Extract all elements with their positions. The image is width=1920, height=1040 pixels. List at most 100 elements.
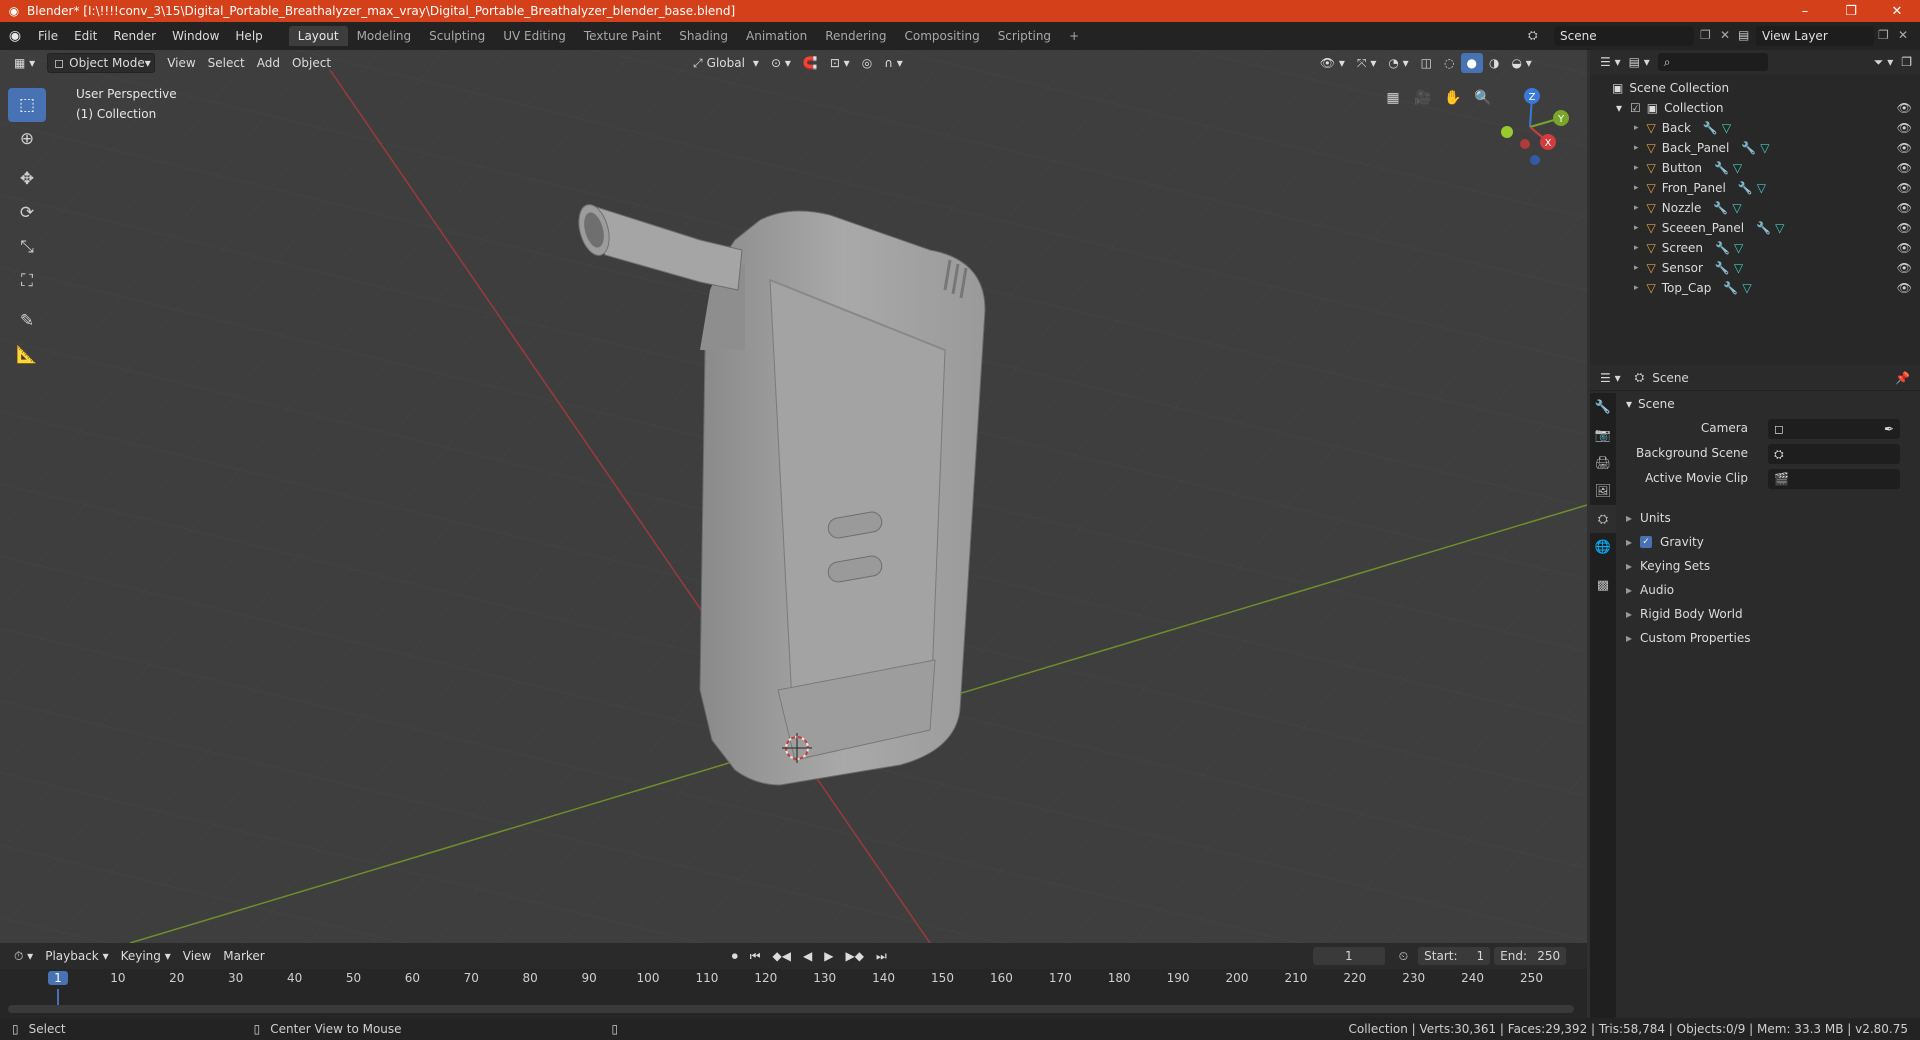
chevron-right-icon[interactable]: ▸	[1634, 183, 1639, 193]
mesh-data-icon[interactable]: ▽	[1734, 241, 1743, 255]
scene-section-header[interactable]: ▾ Scene	[1626, 397, 1675, 411]
viewport-menu-select[interactable]: Select	[202, 53, 251, 73]
active-movie-clip-field[interactable]: 🎬	[1768, 469, 1900, 489]
timeline-menu-keying[interactable]: Keying ▾	[115, 946, 177, 966]
shading-wireframe-icon[interactable]: ◌	[1438, 53, 1460, 73]
pivot-point-icon[interactable]: ⊙ ▾	[765, 53, 797, 73]
view-layer-props-tab-icon[interactable]: 🖼	[1590, 477, 1616, 505]
menu-file[interactable]: File	[30, 29, 66, 43]
mode-dropdown[interactable]: ◻ Object Mode ▾	[47, 53, 156, 73]
timeline-menu-playback[interactable]: Playback ▾	[39, 946, 114, 966]
modifier-wrench-icon[interactable]: 🔧	[1703, 121, 1718, 135]
properties-subsection[interactable]: ▸ ✓ Gravity	[1626, 535, 1704, 549]
properties-subsection[interactable]: ▸ Units	[1626, 511, 1671, 525]
gizmo-neg-x-axis[interactable]	[1520, 139, 1530, 149]
tool-props-tab-icon[interactable]: 🔧	[1590, 393, 1616, 421]
eye-icon[interactable]: 👁	[1897, 181, 1912, 195]
outliner-editor-type-icon[interactable]: ☰ ▾	[1600, 55, 1621, 69]
outliner-object-row[interactable]: ▸ ▽ Sensor 🔧 ▽ 👁	[1590, 258, 1920, 278]
modifier-wrench-icon[interactable]: 🔧	[1713, 201, 1728, 215]
gizmo-toggle-icon[interactable]: ⤧ ▾	[1351, 53, 1382, 73]
cursor-tool-icon[interactable]: ⊕	[8, 122, 46, 156]
eye-icon[interactable]: 👁	[1897, 201, 1912, 215]
eye-icon[interactable]: 👁	[1897, 241, 1912, 255]
outliner-collection[interactable]: ▾ ☑ ▣ Collection 👁	[1590, 98, 1920, 118]
tab-scripting[interactable]: Scripting	[989, 26, 1060, 46]
chevron-right-icon[interactable]: ▸	[1634, 243, 1639, 253]
outliner-scene-collection[interactable]: ▣ Scene Collection	[1590, 78, 1920, 98]
falloff-icon[interactable]: ∩ ▾	[878, 53, 909, 73]
outliner-object-row[interactable]: ▸ ▽ Back_Panel 🔧 ▽ 👁	[1590, 138, 1920, 158]
pin-icon[interactable]: 📌	[1895, 371, 1910, 385]
proportional-edit-icon[interactable]: ◎	[856, 53, 878, 73]
viewport-menu-object[interactable]: Object	[286, 53, 337, 73]
tab-uv-editing[interactable]: UV Editing	[494, 26, 575, 46]
snap-target-icon[interactable]: ⊡ ▾	[824, 53, 856, 73]
snap-icon[interactable]: 🧲	[797, 53, 824, 73]
modifier-wrench-icon[interactable]: 🔧	[1723, 281, 1738, 295]
timeline-menu-marker[interactable]: Marker	[217, 946, 270, 966]
modifier-wrench-icon[interactable]: 🔧	[1756, 221, 1771, 235]
transform-orientation-dropdown[interactable]: ⤢ Global ▾	[687, 53, 765, 73]
tab-compositing[interactable]: Compositing	[895, 26, 988, 46]
rotate-tool-icon[interactable]: ⟳	[8, 196, 46, 230]
mesh-data-icon[interactable]: ▽	[1734, 261, 1743, 275]
eye-icon[interactable]: 👁	[1897, 221, 1912, 235]
editor-type-icon[interactable]: ▦ ▾	[8, 53, 41, 73]
frame-ruler[interactable]: 1 10 20 30 40 50 60 70 80 90 100 110 120 130 140 150 160…	[0, 971, 1587, 1007]
world-props-tab-icon[interactable]: 🌐	[1590, 533, 1616, 561]
camera-field[interactable]: ◻ ✒	[1768, 419, 1900, 439]
play-reverse-icon[interactable]: ◀	[797, 946, 818, 966]
properties-subsection[interactable]: ▸ Rigid Body World	[1626, 607, 1743, 621]
jump-start-icon[interactable]: ⏮	[744, 946, 767, 966]
scale-tool-icon[interactable]: ⤡	[8, 230, 46, 264]
chevron-right-icon[interactable]: ▸	[1634, 283, 1639, 293]
gravity-checkbox[interactable]: ✓	[1640, 536, 1653, 548]
gizmo-neg-y-axis[interactable]	[1501, 126, 1513, 138]
next-keyframe-icon[interactable]: ▶◆	[839, 946, 869, 966]
background-scene-field[interactable]: ⛭	[1768, 444, 1900, 464]
shading-material-icon[interactable]: ◑	[1483, 53, 1505, 73]
close-button[interactable]: ✕	[1874, 0, 1920, 22]
play-icon[interactable]: ▶	[818, 946, 839, 966]
mesh-data-icon[interactable]: ▽	[1732, 201, 1741, 215]
timeline-editor-type-icon[interactable]: ⏱ ▾	[8, 946, 39, 966]
modifier-wrench-icon[interactable]: 🔧	[1714, 161, 1729, 175]
view-layer-delete-icon[interactable]: ✕	[1898, 28, 1908, 42]
xray-toggle-icon[interactable]: ◫	[1415, 53, 1438, 73]
scene-selector-icon[interactable]: ⛭	[1528, 28, 1538, 43]
mesh-data-icon[interactable]: ▽	[1742, 281, 1751, 295]
prev-keyframe-icon[interactable]: ◆◀	[767, 946, 797, 966]
eye-icon[interactable]: 👁	[1897, 121, 1912, 135]
current-frame-field[interactable]: 1	[1312, 947, 1385, 965]
mesh-data-icon[interactable]: ▽	[1733, 161, 1742, 175]
navigation-gizmo[interactable]: Z Y X	[1485, 82, 1575, 172]
blender-menu-icon[interactable]: ◉	[0, 28, 30, 44]
tab-sculpting[interactable]: Sculpting	[420, 26, 494, 46]
view-layer-new-icon[interactable]: ❐	[1878, 28, 1889, 42]
chevron-right-icon[interactable]: ▸	[1634, 143, 1639, 153]
3d-viewport[interactable]: ▦ ▾ ◻ Object Mode ▾ View Select Add Obje…	[0, 50, 1587, 943]
filter-icon[interactable]: ⏷ ▾	[1874, 55, 1893, 70]
toggle-perspective-grid-icon[interactable]: ▦	[1380, 85, 1406, 111]
end-frame-field[interactable]: End: 250	[1494, 947, 1567, 965]
tab-rendering[interactable]: Rendering	[816, 26, 895, 46]
menu-help[interactable]: Help	[227, 29, 270, 43]
menu-render[interactable]: Render	[105, 29, 164, 43]
tab-shading[interactable]: Shading	[670, 26, 737, 46]
annotate-tool-icon[interactable]: ✎	[8, 304, 46, 338]
tab-modeling[interactable]: Modeling	[348, 26, 421, 46]
properties-subsection[interactable]: ▸ Custom Properties	[1626, 631, 1750, 645]
eye-icon[interactable]: 👁	[1897, 161, 1912, 175]
display-mode-icon[interactable]: ▤ ▾	[1629, 55, 1650, 69]
outliner-object-row[interactable]: ▸ ▽ Screen 🔧 ▽ 👁	[1590, 238, 1920, 258]
properties-editor-type-icon[interactable]: ☰ ▾	[1600, 371, 1621, 385]
scene-delete-icon[interactable]: ✕	[1720, 28, 1730, 42]
mesh-data-icon[interactable]: ▽	[1775, 221, 1784, 235]
new-collection-icon[interactable]: ❐	[1901, 55, 1912, 69]
clock-icon[interactable]: ⏲	[1393, 946, 1414, 966]
viewport-menu-view[interactable]: View	[161, 53, 201, 73]
start-frame-field[interactable]: Start: 1	[1418, 947, 1491, 965]
measure-tool-icon[interactable]: 📐	[8, 338, 46, 372]
outliner-object-row[interactable]: ▸ ▽ Back 🔧 ▽ 👁	[1590, 118, 1920, 138]
